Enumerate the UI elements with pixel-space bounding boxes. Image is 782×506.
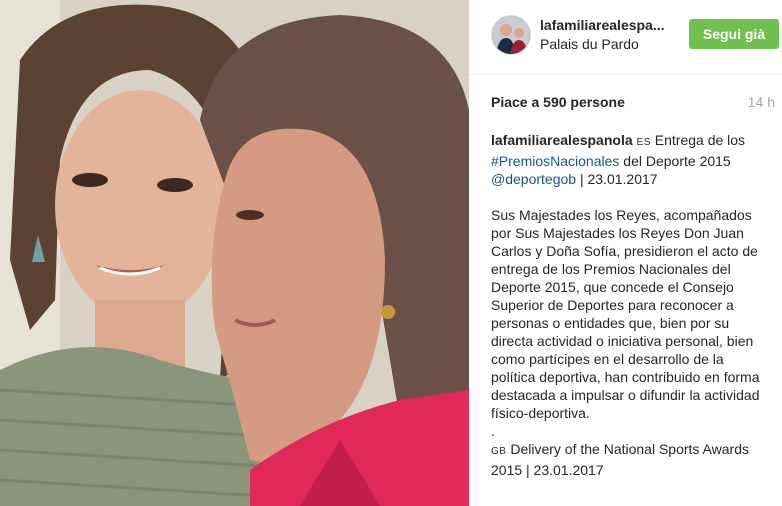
hashtag-link[interactable]: #PremiosNacionales [491, 153, 619, 169]
caption-text: Entrega de los [650, 132, 746, 148]
follow-button[interactable]: Segui già [689, 19, 779, 49]
caption-english: GB Delivery of the National Sports Award… [491, 440, 766, 479]
mention-link[interactable]: @deportegob [491, 171, 576, 187]
caption-line: lafamiliarealespanola ES Entrega de los … [491, 131, 766, 188]
header-username[interactable]: lafamiliarealespa... [540, 17, 680, 33]
flag-gb: GB [491, 446, 507, 457]
flag-es: ES [636, 137, 651, 148]
post-sidebar: lafamiliarealespa... Palais du Pardo Seg… [469, 0, 782, 506]
caption-username[interactable]: lafamiliarealespanola [491, 132, 633, 148]
photo-illustration [0, 0, 469, 506]
caption-text: del Deporte 2015 [619, 153, 731, 169]
caption-english-text: Delivery of the National Sports Awards 2… [491, 441, 749, 478]
instagram-post: lafamiliarealespa... Palais du Pardo Seg… [0, 0, 782, 506]
post-photo[interactable] [0, 0, 469, 506]
caption-paragraph: Sus Majestades los Reyes, acompañados po… [491, 207, 760, 421]
likes-count[interactable]: Piace a 590 persone [491, 94, 625, 110]
post-header: lafamiliarealespa... Palais du Pardo Seg… [469, 0, 782, 75]
profile-avatar[interactable] [491, 15, 531, 55]
header-location[interactable]: Palais du Pardo [540, 36, 639, 52]
post-time[interactable]: 14 h [748, 94, 775, 110]
caption-dot: . [491, 423, 495, 439]
post-caption: lafamiliarealespanola ES Entrega de los … [491, 131, 766, 479]
post-stats: Piace a 590 persone 14 h [491, 94, 775, 112]
avatar-image [492, 16, 530, 54]
caption-text: | 23.01.2017 [576, 171, 658, 187]
